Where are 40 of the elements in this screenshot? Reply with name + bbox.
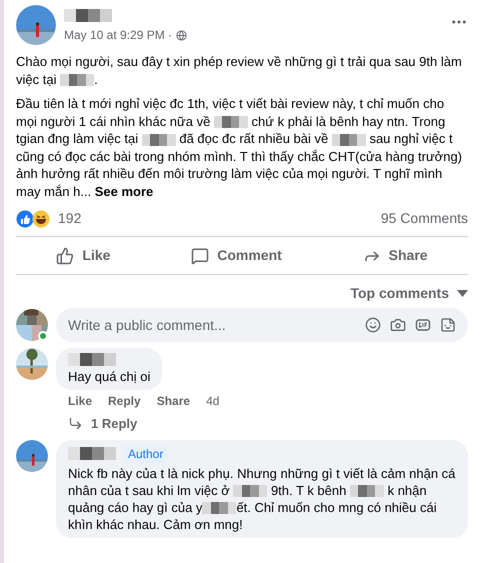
post-action-button[interactable]: Comment [179, 241, 294, 270]
redacted-name [68, 353, 116, 366]
redaction-block [214, 116, 248, 128]
comment-action-link[interactable]: Like [68, 392, 92, 410]
post-timestamp[interactable]: May 10 at 9:29 PM · [64, 26, 172, 44]
redaction-block [233, 485, 268, 498]
view-replies-link[interactable]: 1 Reply [68, 414, 468, 434]
author-badge: Author [124, 444, 168, 462]
globe-icon [176, 30, 188, 40]
sticker-icon[interactable] [440, 317, 456, 333]
reaction-icons[interactable] [16, 210, 50, 228]
reply-arrow-icon [68, 416, 83, 432]
redaction-block [332, 134, 366, 146]
post-text: Chào mọi người, sau đây t xin phép review về những gì t trải qua sau 9th làm việc tại . [16, 53, 463, 88]
comment-count[interactable]: 95 Comments [380, 208, 468, 229]
comment-text: Nick fb này của t là nick phụ. Nhưng những gì t viết là cảm nhận cá nhân của t sau khi lm việc ở 9th. T k bênh k nhận quảng cáo hay gì của y ết. Chỉ muốn cho mng có nhiều cái khìn khác nhau. Cảm ơn mng! [68, 464, 456, 532]
post-action-button[interactable]: Like [44, 241, 122, 270]
redacted-name [64, 9, 112, 22]
post-text: Đầu tiên là t mới nghỉ việc đc 1th, việc t viết bài review này, t chỉ muốn cho mọi người 1 cái nhìn khác nữa về chứ k phải là bênh hay ntn. Trong tgian đng làm việc tại đã đọc đc rất nhiều bài về sau nghỉ việc t cũng có đọc các bài trong nhóm mình. T thì thấy chắc CHT(cửa hàng trưởng) ảnh hưởng rất nhiều đến môi trường làm việc của mọi người. T nghĩ mình may mắn h... See more [16, 95, 463, 200]
comment-input-field[interactable]: Write a public comment... [56, 308, 468, 342]
camera-icon[interactable] [390, 317, 406, 333]
sort-comments-button[interactable]: Top comments [350, 283, 468, 304]
comment-text: Hay quá chị oi [68, 368, 150, 385]
comment-action-link[interactable]: Share [156, 392, 190, 410]
redacted-name [68, 447, 116, 460]
comment-action-link[interactable]: Reply [108, 392, 141, 410]
action-icon [191, 246, 210, 264]
redaction-block [60, 74, 94, 86]
redaction-block [142, 134, 176, 146]
caret-icon [457, 290, 468, 297]
post-action-button[interactable]: Share [350, 241, 440, 270]
gif-icon[interactable] [415, 317, 431, 333]
comment-input[interactable]: Write a public comment... [68, 314, 365, 336]
reaction-count[interactable]: 192 [58, 208, 82, 229]
emoji-icon[interactable] [365, 317, 381, 333]
redaction-block [350, 485, 384, 498]
redaction-block [202, 502, 236, 514]
see-more-link[interactable]: See more [94, 184, 154, 198]
action-icon [56, 246, 74, 264]
comment-age[interactable]: 4d [206, 392, 220, 410]
